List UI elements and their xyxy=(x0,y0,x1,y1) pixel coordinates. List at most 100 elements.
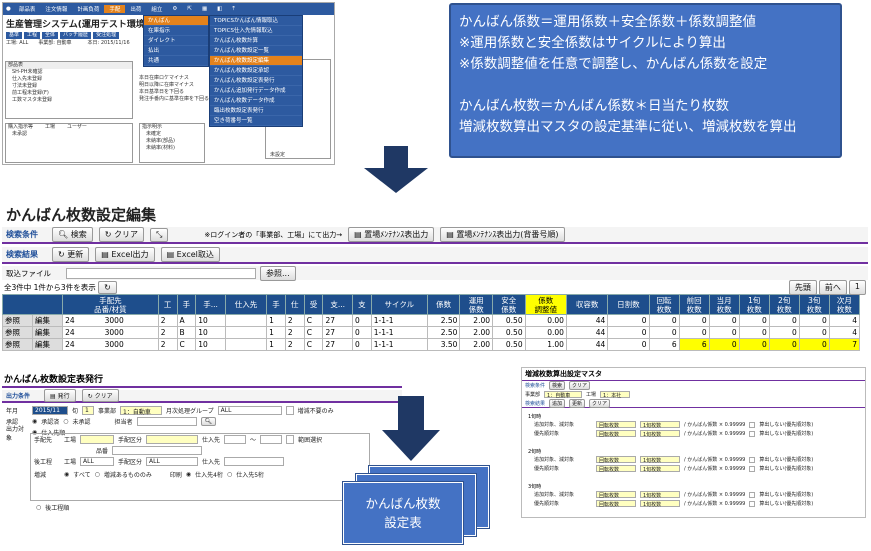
rule-select[interactable]: 回転枚数 xyxy=(596,500,636,508)
panel-link[interactable]: 未納率(材料) xyxy=(140,145,204,152)
menu-item[interactable]: TOPICS仕入先情報取込 xyxy=(210,26,302,36)
search-button[interactable]: 検索 xyxy=(549,381,566,390)
tab-order[interactable]: 受注処理 xyxy=(93,32,120,39)
column-header[interactable]: サイクル xyxy=(370,294,428,315)
column-header[interactable]: 手... xyxy=(195,294,226,315)
search-button[interactable]: 🔍︎ 検索 xyxy=(52,227,93,242)
menu-item[interactable]: 払出 xyxy=(144,46,208,56)
add-button[interactable]: 追加 xyxy=(549,398,566,408)
column-header[interactable]: 仕 xyxy=(284,294,305,315)
division-select[interactable]: 1：自動車 xyxy=(544,391,583,399)
calc-checkbox[interactable] xyxy=(749,491,756,498)
calc-checkbox[interactable] xyxy=(749,456,756,463)
menu-item[interactable]: 空き荷番号一覧 xyxy=(210,116,302,126)
hinban-input[interactable] xyxy=(112,446,203,455)
export-icon[interactable]: ⇱ xyxy=(182,6,197,12)
after-factory-select[interactable]: ALL xyxy=(80,457,115,466)
panel-link[interactable]: 前工程未登録(F) xyxy=(6,90,132,97)
panel-link[interactable]: 未承認 xyxy=(6,131,132,138)
ref-button[interactable]: 参照 xyxy=(1,338,34,351)
column-header[interactable]: 手 xyxy=(176,294,197,315)
person-input[interactable] xyxy=(136,417,197,426)
rule-select[interactable]: 1旬枚数 xyxy=(640,456,680,464)
no-change-checkbox[interactable] xyxy=(285,406,294,415)
nav-item[interactable]: 組立 xyxy=(146,5,167,13)
column-header[interactable]: 3旬 枚数 xyxy=(798,294,830,315)
panel-link[interactable]: 本日基準日を下回る xyxy=(139,89,209,96)
column-header[interactable]: 運用 係数 xyxy=(459,294,493,315)
column-header[interactable]: 当月 枚数 xyxy=(708,294,740,315)
clear-button[interactable]: ↻ クリア xyxy=(81,389,119,402)
clear-button[interactable]: クリア xyxy=(589,398,611,408)
reload-icon[interactable]: ↻ xyxy=(98,280,117,294)
maintenance-output-button[interactable]: ▤ 置場ﾒﾝﾃﾅﾝｽ表出力 xyxy=(348,227,435,242)
column-header[interactable]: 安全 係数 xyxy=(492,294,526,315)
after-kubun-select[interactable]: ALL xyxy=(146,457,199,466)
menu-item-edit[interactable]: かんばん枚数設定編集 xyxy=(210,56,302,66)
radio-icon[interactable]: ◉ xyxy=(64,471,69,478)
supplier-to[interactable] xyxy=(260,435,283,444)
division-select[interactable]: 1：自動車 xyxy=(120,406,163,416)
rule-select[interactable]: 1旬枚数 xyxy=(640,500,680,508)
rule-select[interactable]: 回転枚数 xyxy=(596,491,636,499)
column-header[interactable]: 回転 枚数 xyxy=(648,294,680,315)
panel-icon[interactable]: ▦ xyxy=(197,6,212,12)
column-header[interactable]: 次月 枚数 xyxy=(828,294,861,315)
column-header[interactable]: 1旬 枚数 xyxy=(738,294,770,315)
menu-item[interactable]: 在庫指示 xyxy=(144,26,208,36)
nav-item[interactable]: 部品表 xyxy=(14,5,41,13)
nav-item[interactable]: 計画負荷 xyxy=(72,5,104,13)
calc-checkbox[interactable] xyxy=(749,465,756,472)
gear-icon[interactable]: ⚙ xyxy=(167,6,182,12)
panel-link[interactable]: 本日在庫ロケマイナス xyxy=(139,75,209,82)
column-header[interactable]: 2旬 枚数 xyxy=(768,294,800,315)
column-header[interactable]: 受 xyxy=(303,294,324,315)
column-header[interactable]: 日割数 xyxy=(607,294,650,315)
tab-batch[interactable]: バッチ履歴 xyxy=(60,32,92,39)
menu-item[interactable]: かんばん追加発行データ作成 xyxy=(210,86,302,96)
rule-select[interactable]: 回転枚数 xyxy=(596,421,636,429)
menu-item[interactable]: ダイレクト xyxy=(144,36,208,46)
kubun-select[interactable] xyxy=(146,435,199,444)
column-header[interactable]: 手 xyxy=(266,294,286,315)
factory-select[interactable] xyxy=(80,435,115,444)
tab-standard[interactable]: 基準 xyxy=(6,32,23,39)
year-month-field[interactable]: 2015/11 xyxy=(32,406,68,415)
menu-item-kanban[interactable]: かんばん xyxy=(144,16,208,26)
maintenance-output-sorted-button[interactable]: ▤ 置場ﾒﾝﾃﾅﾝｽ表出力(背番号順) xyxy=(440,227,565,242)
nav-item-active[interactable]: 手配 xyxy=(104,5,126,13)
rule-select[interactable]: 1旬枚数 xyxy=(640,491,680,499)
expand-button[interactable]: ⤡ xyxy=(149,227,169,242)
first-page-button[interactable]: 先頭 xyxy=(788,279,817,295)
tab-process[interactable]: 工程 xyxy=(24,32,41,39)
range-checkbox[interactable] xyxy=(286,435,295,444)
panel-link[interactable]: 明日以降に在庫マイナス xyxy=(139,82,209,89)
rule-select[interactable]: 回転枚数 xyxy=(596,465,636,473)
menu-item[interactable]: 共通 xyxy=(144,56,208,66)
radio-icon[interactable]: ○ xyxy=(95,471,100,478)
after-supplier-input[interactable] xyxy=(224,457,285,466)
rule-select[interactable]: 1旬枚数 xyxy=(640,421,680,429)
edit-button[interactable]: 編集 xyxy=(32,314,64,327)
update-button[interactable]: ↻ 更新 xyxy=(52,247,90,262)
menu-item[interactable]: かんばん枚数データ作成 xyxy=(210,96,302,106)
radio-icon[interactable]: ○ xyxy=(63,418,68,425)
calc-checkbox[interactable] xyxy=(749,500,756,507)
home-icon[interactable]: ● xyxy=(3,6,14,12)
column-header[interactable]: 収容数 xyxy=(565,294,609,315)
menu-item[interactable]: かんばん枚数設定一覧 xyxy=(210,46,302,56)
edit-button[interactable]: 編集 xyxy=(32,338,64,351)
radio-icon[interactable]: ○ xyxy=(227,471,232,478)
rule-select[interactable]: 1旬枚数 xyxy=(640,465,680,473)
panel-link[interactable]: 発注手番内に基準在庫を下回る xyxy=(139,96,209,103)
panel-link[interactable]: 寸法未登録 xyxy=(6,83,132,90)
excel-import-button[interactable]: ▤ Excel取込 xyxy=(160,247,220,262)
menu-item[interactable]: 臨出枚数設定表発行 xyxy=(210,106,302,116)
column-header[interactable]: 仕入先 xyxy=(224,294,268,315)
clear-button[interactable]: クリア xyxy=(569,381,591,390)
rule-select[interactable]: 回転枚数 xyxy=(596,430,636,438)
panel-link[interactable]: 未納率(部品) xyxy=(140,138,204,145)
menu-item[interactable]: かんばん枚数計算 xyxy=(210,36,302,46)
panel-link[interactable]: 工数マスタ未登録 xyxy=(6,97,132,104)
update-button[interactable]: 更新 xyxy=(569,398,586,408)
